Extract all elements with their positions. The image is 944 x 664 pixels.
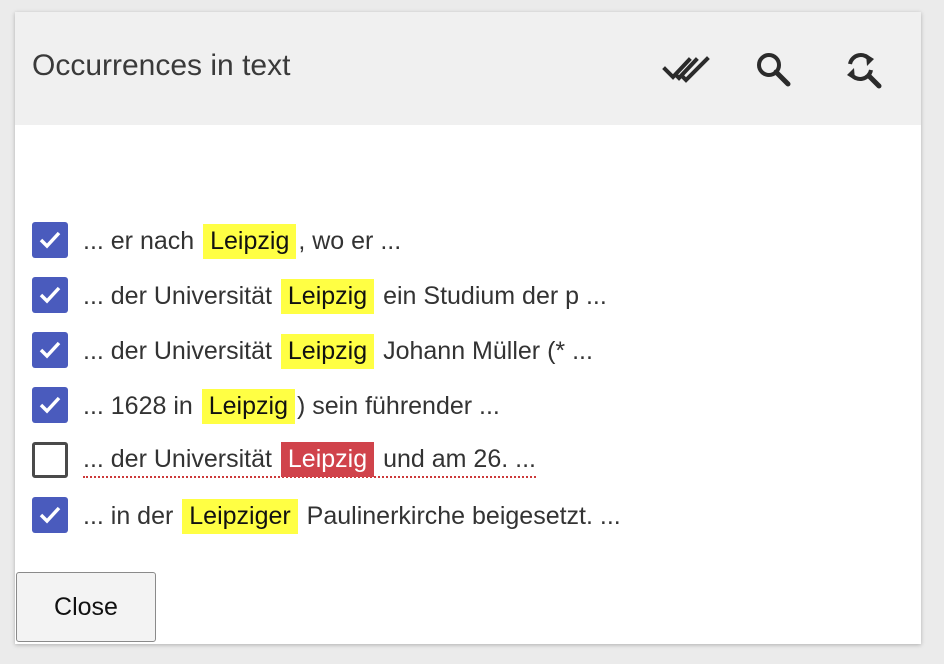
check-icon — [39, 231, 61, 249]
occurrence-snippet: ... der Universität Leipzig und am 26. .… — [83, 441, 536, 478]
context-after: , wo er ... — [298, 226, 402, 255]
match-highlight: Leipzig — [280, 278, 375, 314]
context-after: Johann Müller (* ... — [376, 336, 593, 365]
context-after: ) sein führender ... — [296, 391, 500, 420]
occurrence-row: ... er nach Leipzig, wo er ... — [15, 219, 921, 263]
occurrence-snippet: ... der Universität Leipzig Johann Mülle… — [83, 329, 593, 373]
occurrence-checkbox[interactable] — [32, 387, 68, 423]
occurrence-checkbox[interactable] — [32, 277, 68, 313]
occurrence-row: ... in der Leipziger Paulinerkirche beig… — [15, 494, 921, 538]
context-before: ... der Universität — [83, 281, 279, 310]
occurrence-checkbox[interactable] — [32, 442, 68, 478]
occurrence-snippet: ... in der Leipziger Paulinerkirche beig… — [83, 494, 621, 538]
match-highlight: Leipziger — [182, 498, 298, 534]
match-highlight: Leipzig — [201, 388, 295, 424]
match-highlight-error: Leipzig — [280, 441, 375, 477]
search-icon[interactable] — [750, 48, 798, 92]
occurrence-checkbox[interactable] — [32, 497, 68, 533]
context-after: ein Studium der p ... — [376, 281, 607, 310]
occurrence-row: ... 1628 in Leipzig) sein führender ... — [15, 384, 921, 428]
occurrences-dialog: Occurrences in text ... er nach Leipzig … — [15, 12, 921, 644]
context-after: und am 26. ... — [376, 444, 536, 473]
occurrence-checkbox[interactable] — [32, 332, 68, 368]
occurrence-checkbox[interactable] — [32, 222, 68, 258]
check-icon — [39, 506, 61, 524]
check-icon — [39, 396, 61, 414]
occurrence-row: ... der Universität Leipzig ein Studium … — [15, 274, 921, 318]
context-after: Paulinerkirche beigesetzt. ... — [299, 501, 621, 530]
occurrence-row: ... der Universität Leipzig Johann Mülle… — [15, 329, 921, 373]
dialog-header: Occurrences in text — [15, 12, 921, 125]
check-icon — [39, 286, 61, 304]
close-button[interactable]: Close — [16, 572, 156, 642]
select-all-icon[interactable] — [662, 48, 710, 92]
context-before: ... 1628 in — [83, 391, 200, 420]
search-replace-icon[interactable] — [839, 48, 887, 92]
occurrence-snippet: ... 1628 in Leipzig) sein führender ... — [83, 384, 500, 428]
dialog-title: Occurrences in text — [32, 49, 291, 82]
occurrence-row: ... der Universität Leipzig und am 26. .… — [15, 439, 921, 483]
check-icon — [39, 341, 61, 359]
context-before: ... der Universität — [83, 336, 279, 365]
occurrence-snippet: ... der Universität Leipzig ein Studium … — [83, 274, 607, 318]
match-highlight: Leipzig — [280, 333, 375, 369]
context-before: ... in der — [83, 501, 181, 530]
match-highlight: Leipzig — [203, 223, 297, 259]
context-before: ... der Universität — [83, 444, 279, 473]
context-before: ... er nach — [83, 226, 202, 255]
occurrence-snippet: ... er nach Leipzig, wo er ... — [83, 219, 401, 263]
